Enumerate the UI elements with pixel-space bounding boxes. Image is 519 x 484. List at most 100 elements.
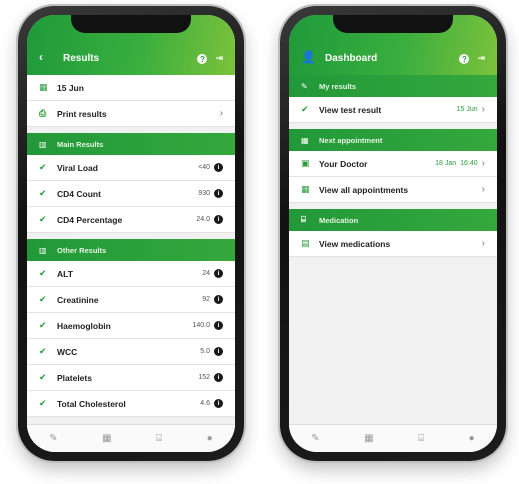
result-row[interactable]: ✔ CD4 Count 930 i — [27, 181, 235, 207]
section-title: Medication — [319, 215, 359, 225]
check-icon: ✔ — [39, 162, 47, 172]
info-icon[interactable]: i — [214, 373, 223, 382]
result-row[interactable]: ✔ Viral Load <40 i — [27, 155, 235, 181]
help-icon[interactable]: ? — [459, 54, 470, 64]
user-icon[interactable]: 👤 — [301, 50, 317, 64]
page-title: Dashboard — [325, 53, 378, 64]
pen-icon: ✎ — [301, 81, 308, 91]
check-icon: ✔ — [39, 188, 47, 198]
result-value: 5.0 — [200, 348, 210, 355]
info-icon[interactable]: i — [214, 163, 223, 172]
info-icon[interactable]: i — [214, 347, 223, 356]
prescription-icon: ▤ — [301, 238, 310, 248]
info-icon[interactable]: i — [214, 295, 223, 304]
check-icon: ✔ — [39, 372, 47, 382]
chevron-right-icon: › — [219, 108, 223, 119]
info-icon[interactable]: i — [214, 269, 223, 278]
printer-icon: ⎙ — [39, 108, 47, 118]
view-test-result-row[interactable]: ✔ View test result 15 Jun › — [289, 97, 497, 123]
section-title: My results — [319, 81, 357, 91]
info-icon[interactable]: i — [214, 399, 223, 408]
phone-results: ‹ Results ? ⇥ ▦ 15 Jun ⎙ Print results ›… — [18, 6, 244, 461]
info-icon[interactable]: i — [214, 215, 223, 224]
result-value: 24.0 — [196, 216, 210, 223]
check-icon: ✔ — [39, 398, 47, 408]
view-medications-row[interactable]: ▤ View medications › — [289, 231, 497, 257]
check-icon: ✔ — [301, 104, 309, 114]
result-label: Platelets — [57, 372, 92, 383]
date-label: 15 Jun — [57, 82, 84, 93]
result-label: Creatinine — [57, 294, 99, 305]
result-value: 92 — [202, 296, 210, 303]
check-icon: ✔ — [39, 214, 47, 224]
check-icon: ✔ — [39, 346, 47, 356]
pen-icon[interactable]: ✎ — [49, 433, 57, 444]
view-all-appointments-label: View all appointments — [319, 184, 409, 195]
result-label: CD4 Percentage — [57, 214, 123, 225]
result-row[interactable]: ✔ CD4 Percentage 24.0 i — [27, 207, 235, 233]
result-row[interactable]: ✔ Platelets 152 i — [27, 365, 235, 391]
result-row[interactable]: ✔ Creatinine 92 i — [27, 287, 235, 313]
date-row: ▦ 15 Jun — [27, 75, 235, 101]
pen-icon[interactable]: ✎ — [311, 433, 319, 444]
bottom-tab-bar: ✎ ▦ ⌸ ● — [27, 424, 235, 452]
view-all-appointments-row[interactable]: ▦ View all appointments › — [289, 177, 497, 203]
test-result-date: 15 Jun — [456, 106, 478, 113]
medication-section: ⌸ Medication — [289, 209, 497, 231]
phone-notch — [333, 15, 453, 33]
dashboard-screen: 👤 Dashboard ? ⇥ ✎ My results ✔ View test… — [289, 15, 497, 452]
calendar-icon[interactable]: ▦ — [102, 433, 111, 444]
chevron-right-icon: › — [481, 104, 485, 115]
chart-icon: ▥ — [39, 139, 47, 149]
result-value: 930 — [198, 190, 210, 197]
medication-bottle-icon: ⌸ — [301, 215, 306, 224]
result-value: 24 — [202, 270, 210, 277]
view-test-result-label: View test result — [319, 104, 382, 115]
chevron-right-icon: › — [481, 184, 485, 195]
result-label: WCC — [57, 346, 78, 357]
result-row[interactable]: ✔ ALT 24 i — [27, 261, 235, 287]
doctor-calendar-icon: ▣ — [301, 158, 310, 168]
info-icon[interactable]: i — [214, 189, 223, 198]
phone-notch — [71, 15, 191, 33]
chat-bubble-icon[interactable]: ● — [469, 433, 475, 444]
your-doctor-row[interactable]: ▣ Your Doctor 18 Jan 16:40 › — [289, 151, 497, 177]
results-screen: ‹ Results ? ⇥ ▦ 15 Jun ⎙ Print results ›… — [27, 15, 235, 452]
view-medications-label: View medications — [319, 238, 391, 249]
info-icon[interactable]: i — [214, 321, 223, 330]
result-row[interactable]: ✔ Total Cholesterol 4.6 i — [27, 391, 235, 417]
result-value: <40 — [198, 164, 210, 171]
result-label: Total Cholesterol — [57, 398, 126, 409]
help-icon[interactable]: ? — [197, 54, 208, 64]
calendar-icon: ▦ — [301, 135, 309, 145]
calendar-list-icon: ▦ — [301, 184, 310, 194]
appointment-time: 16:40 — [460, 160, 478, 167]
main-results-section: ▥ Main Results — [27, 133, 235, 155]
appointment-date: 18 Jan — [435, 160, 457, 167]
medication-bottle-icon[interactable]: ⌸ — [418, 433, 424, 444]
print-results-row[interactable]: ⎙ Print results › — [27, 101, 235, 127]
logout-icon[interactable]: ⇥ — [215, 53, 223, 64]
back-arrow-icon[interactable]: ‹ — [39, 50, 55, 64]
bottom-tab-bar: ✎ ▦ ⌸ ● — [289, 424, 497, 452]
logout-icon[interactable]: ⇥ — [477, 53, 485, 64]
other-results-section: ▥ Other Results — [27, 239, 235, 261]
result-row[interactable]: ✔ Haemoglobin 140.0 i — [27, 313, 235, 339]
result-row[interactable]: ✔ WCC 5.0 i — [27, 339, 235, 365]
check-icon: ✔ — [39, 294, 47, 304]
your-doctor-label: Your Doctor — [319, 158, 368, 169]
result-value: 4.6 — [200, 400, 210, 407]
phone-dashboard: 👤 Dashboard ? ⇥ ✎ My results ✔ View test… — [280, 6, 506, 461]
medication-bottle-icon[interactable]: ⌸ — [156, 433, 162, 444]
result-value: 140.0 — [192, 322, 210, 329]
chevron-right-icon: › — [481, 158, 485, 169]
next-appointment-section: ▦ Next appointment — [289, 129, 497, 151]
result-label: Haemoglobin — [57, 320, 111, 331]
chevron-right-icon: › — [481, 238, 485, 249]
result-label: CD4 Count — [57, 188, 101, 199]
page-title: Results — [63, 53, 100, 64]
check-icon: ✔ — [39, 320, 47, 330]
result-label: Viral Load — [57, 162, 98, 173]
chat-bubble-icon[interactable]: ● — [207, 433, 213, 444]
calendar-icon[interactable]: ▦ — [364, 433, 373, 444]
